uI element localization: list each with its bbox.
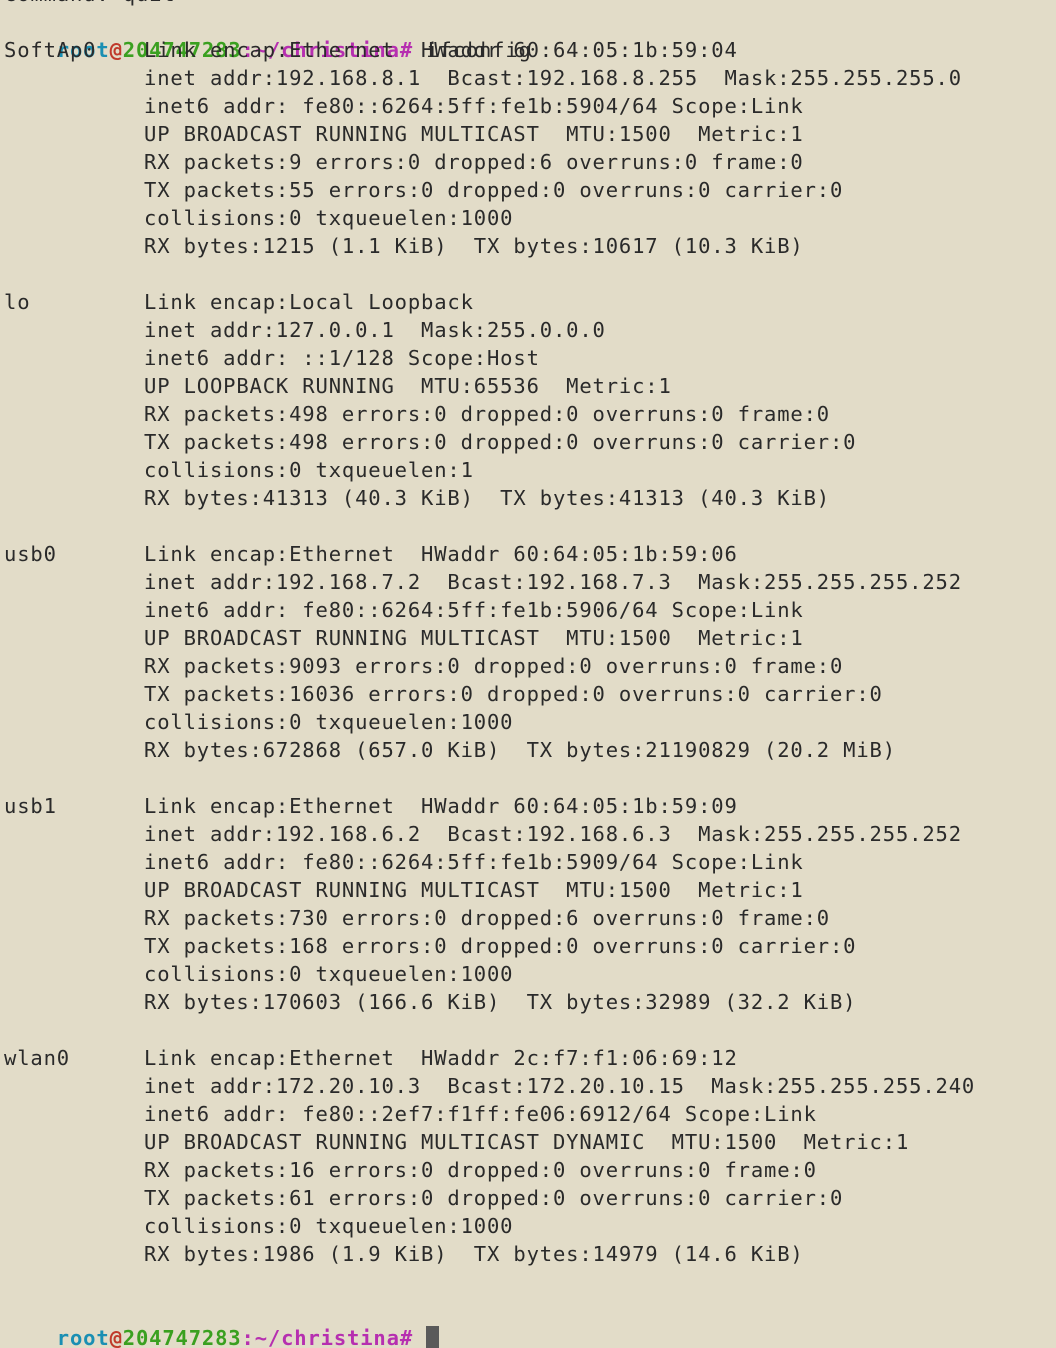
interface-line: collisions:0 txqueuelen:1000 xyxy=(0,708,1056,736)
interface-line: RX packets:498 errors:0 dropped:0 overru… xyxy=(0,400,1056,428)
interface-line: usb0 Link encap:Ethernet HWaddr 60:64:05:… xyxy=(0,540,1056,568)
interface-line: RX bytes:170603 (166.6 KiB) TX bytes:329… xyxy=(0,988,1056,1016)
interface-detail: collisions:0 txqueuelen:1000 xyxy=(144,962,514,986)
interface-line: RX bytes:1986 (1.9 KiB) TX bytes:14979 (… xyxy=(0,1240,1056,1268)
interface-line: inet6 addr: fe80::6264:5ff:fe1b:5906/64 … xyxy=(0,596,1056,624)
interface-detail: RX bytes:41313 (40.3 KiB) TX bytes:41313… xyxy=(144,486,830,510)
interface-name: wlan0 xyxy=(4,1046,70,1070)
terminal-cursor[interactable] xyxy=(426,1326,440,1348)
interface-name: SoftAp0 xyxy=(4,38,97,62)
interface-detail: RX bytes:1215 (1.1 KiB) TX bytes:10617 (… xyxy=(144,234,804,258)
interface-line: inet6 addr: fe80::6264:5ff:fe1b:5904/64 … xyxy=(0,92,1056,120)
interface-detail: TX packets:55 errors:0 dropped:0 overrun… xyxy=(144,178,844,202)
clipped-previous-line: command: quit xyxy=(4,0,176,8)
interface-line: wlan0 Link encap:Ethernet HWaddr 2c:f7:f1… xyxy=(0,1044,1056,1072)
interface-line: RX packets:9 errors:0 dropped:6 overruns… xyxy=(0,148,1056,176)
interface-detail: RX packets:730 errors:0 dropped:6 overru… xyxy=(144,906,830,930)
interface-line: inet addr:127.0.0.1 Mask:255.0.0.0 xyxy=(0,316,1056,344)
terminal-window[interactable]: command: quit root@204747283:~/christina… xyxy=(0,0,1056,1348)
interface-line: RX packets:9093 errors:0 dropped:0 overr… xyxy=(0,652,1056,680)
interface-detail: RX packets:498 errors:0 dropped:0 overru… xyxy=(144,402,830,426)
interface-detail: inet addr:192.168.6.2 Bcast:192.168.6.3 … xyxy=(144,822,962,846)
interface-name: usb1 xyxy=(4,794,57,818)
interface-detail: inet addr:172.20.10.3 Bcast:172.20.10.15… xyxy=(144,1074,976,1098)
command-line: root@204747283:~/christina# ifconfig xyxy=(4,8,532,62)
interface-detail: UP LOOPBACK RUNNING MTU:65536 Metric:1 xyxy=(144,374,672,398)
interface-line: inet6 addr: ::1/128 Scope:Host xyxy=(0,344,1056,372)
interface-line: usb1 Link encap:Ethernet HWaddr 60:64:05:… xyxy=(0,792,1056,820)
interface-detail: inet6 addr: fe80::6264:5ff:fe1b:5904/64 … xyxy=(144,94,804,118)
interface-detail: collisions:0 txqueuelen:1 xyxy=(144,458,474,482)
interface-detail: RX bytes:170603 (166.6 KiB) TX bytes:329… xyxy=(144,990,857,1014)
interface-line: TX packets:55 errors:0 dropped:0 overrun… xyxy=(0,176,1056,204)
interface-line: TX packets:61 errors:0 dropped:0 overrun… xyxy=(0,1184,1056,1212)
interface-detail: Link encap:Ethernet HWaddr 60:64:05:1b:5… xyxy=(144,542,738,566)
interface-line: TX packets:498 errors:0 dropped:0 overru… xyxy=(0,428,1056,456)
interface-detail: Link encap:Ethernet HWaddr 2c:f7:f1:06:6… xyxy=(144,1046,738,1070)
interface-detail: UP BROADCAST RUNNING MULTICAST MTU:1500 … xyxy=(144,878,804,902)
interface-detail: inet addr:192.168.7.2 Bcast:192.168.7.3 … xyxy=(144,570,962,594)
interface-line: inet addr:192.168.7.2 Bcast:192.168.7.3 … xyxy=(0,568,1056,596)
interface-line: RX packets:16 errors:0 dropped:0 overrun… xyxy=(0,1156,1056,1184)
interface-line: collisions:0 txqueuelen:1000 xyxy=(0,204,1056,232)
prompt-host: 204747283 xyxy=(122,1326,242,1348)
prompt-symbol: # xyxy=(399,1326,427,1348)
interface-detail: collisions:0 txqueuelen:1000 xyxy=(144,206,514,230)
interface-line: inet addr:192.168.6.2 Bcast:192.168.6.3 … xyxy=(0,820,1056,848)
prompt-path: :~/christina xyxy=(241,1326,400,1348)
interface-detail: Link encap:Local Loopback xyxy=(144,290,474,314)
interface-detail: TX packets:61 errors:0 dropped:0 overrun… xyxy=(144,1186,844,1210)
interface-detail: RX packets:9093 errors:0 dropped:0 overr… xyxy=(144,654,844,678)
interface-line: inet6 addr: fe80::2ef7:f1ff:fe06:6912/64… xyxy=(0,1100,1056,1128)
interface-detail: RX packets:16 errors:0 dropped:0 overrun… xyxy=(144,1158,817,1182)
interface-line: collisions:0 txqueuelen:1 xyxy=(0,456,1056,484)
interface-line: TX packets:16036 errors:0 dropped:0 over… xyxy=(0,680,1056,708)
interface-name: usb0 xyxy=(4,542,57,566)
interface-detail: inet6 addr: fe80::6264:5ff:fe1b:5909/64 … xyxy=(144,850,804,874)
interface-line: collisions:0 txqueuelen:1000 xyxy=(0,960,1056,988)
interface-line: TX packets:168 errors:0 dropped:0 overru… xyxy=(0,932,1056,960)
interface-line: collisions:0 txqueuelen:1000 xyxy=(0,1212,1056,1240)
interface-name: lo xyxy=(4,290,31,314)
interface-line: inet addr:192.168.8.1 Bcast:192.168.8.25… xyxy=(0,64,1056,92)
interface-line: UP BROADCAST RUNNING MULTICAST MTU:1500 … xyxy=(0,876,1056,904)
interface-line: UP BROADCAST RUNNING MULTICAST MTU:1500 … xyxy=(0,120,1056,148)
active-prompt-line[interactable]: root@204747283:~/christina# xyxy=(4,1296,440,1348)
interface-detail: RX packets:9 errors:0 dropped:6 overruns… xyxy=(144,150,804,174)
prompt-at: @ xyxy=(109,1326,123,1348)
interface-line: UP BROADCAST RUNNING MULTICAST DYNAMIC M… xyxy=(0,1128,1056,1156)
interface-detail: TX packets:16036 errors:0 dropped:0 over… xyxy=(144,682,883,706)
interface-line: lo Link encap:Local Loopback xyxy=(0,288,1056,316)
interface-detail: TX packets:168 errors:0 dropped:0 overru… xyxy=(144,934,857,958)
interface-line: SoftAp0 Link encap:Ethernet HWaddr 60:64:… xyxy=(0,36,1056,64)
interface-detail: UP BROADCAST RUNNING MULTICAST DYNAMIC M… xyxy=(144,1130,910,1154)
interface-line: RX bytes:1215 (1.1 KiB) TX bytes:10617 (… xyxy=(0,232,1056,260)
interface-detail: RX bytes:672868 (657.0 KiB) TX bytes:211… xyxy=(144,738,896,762)
interface-line: UP BROADCAST RUNNING MULTICAST MTU:1500 … xyxy=(0,624,1056,652)
interface-detail: UP BROADCAST RUNNING MULTICAST MTU:1500 … xyxy=(144,122,804,146)
interface-detail: Link encap:Ethernet HWaddr 60:64:05:1b:5… xyxy=(144,794,738,818)
interface-detail: TX packets:498 errors:0 dropped:0 overru… xyxy=(144,430,857,454)
interface-line: RX bytes:41313 (40.3 KiB) TX bytes:41313… xyxy=(0,484,1056,512)
interface-detail: collisions:0 txqueuelen:1000 xyxy=(144,710,514,734)
interface-line: RX packets:730 errors:0 dropped:6 overru… xyxy=(0,904,1056,932)
interface-line: inet6 addr: fe80::6264:5ff:fe1b:5909/64 … xyxy=(0,848,1056,876)
interface-detail: Link encap:Ethernet HWaddr 60:64:05:1b:5… xyxy=(144,38,738,62)
interface-detail: UP BROADCAST RUNNING MULTICAST MTU:1500 … xyxy=(144,626,804,650)
prompt-user: root xyxy=(56,1326,110,1348)
interface-line: inet addr:172.20.10.3 Bcast:172.20.10.15… xyxy=(0,1072,1056,1100)
interface-detail: collisions:0 txqueuelen:1000 xyxy=(144,1214,514,1238)
interface-detail: inet6 addr: ::1/128 Scope:Host xyxy=(144,346,540,370)
interface-detail: inet6 addr: fe80::2ef7:f1ff:fe06:6912/64… xyxy=(144,1102,817,1126)
interface-detail: inet addr:192.168.8.1 Bcast:192.168.8.25… xyxy=(144,66,962,90)
interface-detail: inet6 addr: fe80::6264:5ff:fe1b:5906/64 … xyxy=(144,598,804,622)
interface-line: RX bytes:672868 (657.0 KiB) TX bytes:211… xyxy=(0,736,1056,764)
interface-line: UP LOOPBACK RUNNING MTU:65536 Metric:1 xyxy=(0,372,1056,400)
interface-detail: inet addr:127.0.0.1 Mask:255.0.0.0 xyxy=(144,318,606,342)
interface-detail: RX bytes:1986 (1.9 KiB) TX bytes:14979 (… xyxy=(144,1242,804,1266)
